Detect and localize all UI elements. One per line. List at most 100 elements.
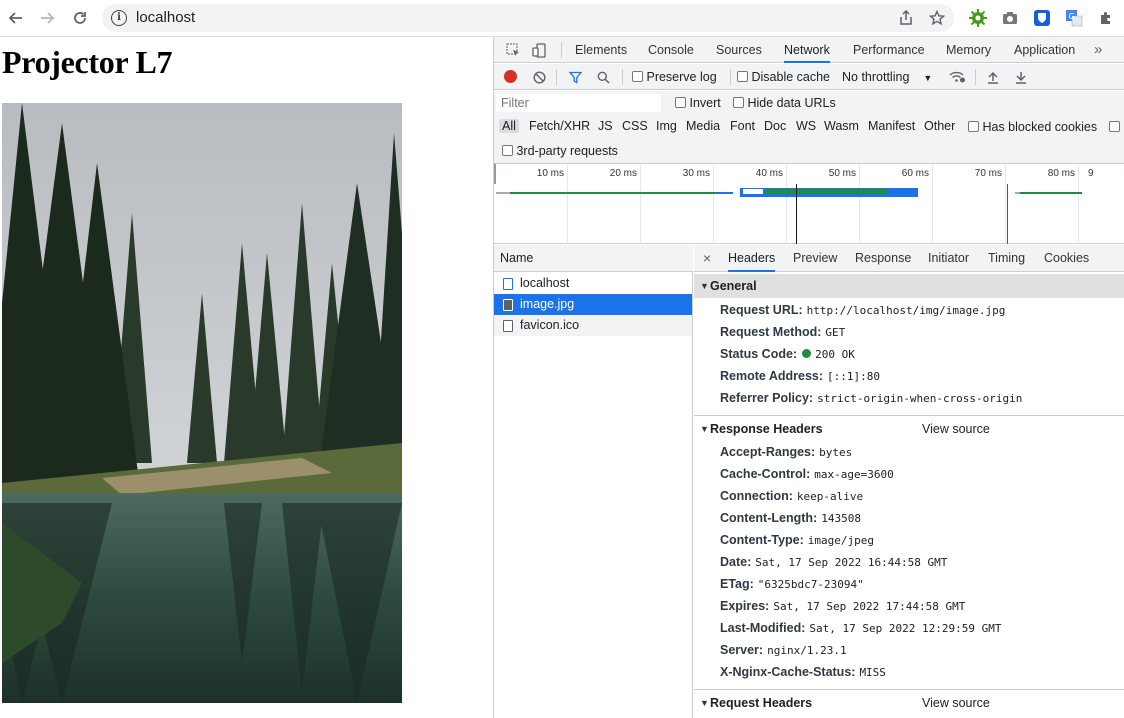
tab-timing[interactable]: Timing — [988, 245, 1025, 272]
tab-memory[interactable]: Memory — [946, 37, 991, 63]
site-info-icon[interactable]: i — [111, 10, 127, 26]
throttling-select[interactable]: No throttling ▼ — [842, 70, 932, 84]
general-row: Request Method: GET — [720, 325, 846, 339]
request-details: × Headers Preview Response Initiator Tim… — [694, 245, 1124, 718]
close-details-icon[interactable]: × — [703, 245, 711, 272]
bookmark-star-icon[interactable] — [925, 6, 949, 30]
response-header-row: Cache-Control: max-age=3600 — [720, 467, 894, 481]
timeline-tick: 40 ms — [755, 168, 783, 179]
waterfall-bar — [496, 192, 510, 194]
filter-input[interactable] — [496, 94, 661, 112]
request-row-image[interactable]: image.jpg — [494, 294, 692, 315]
network-overview-timeline[interactable]: 10 ms 20 ms 30 ms 40 ms 50 ms 60 ms 70 m… — [494, 164, 1124, 244]
type-filter-wasm[interactable]: Wasm — [824, 119, 859, 133]
extension-gear-icon[interactable] — [966, 6, 990, 30]
tab-initiator[interactable]: Initiator — [928, 245, 969, 272]
response-header-row: Server: nginx/1.23.1 — [720, 643, 847, 657]
disable-cache-checkbox[interactable]: Disable cache — [737, 70, 830, 84]
view-source-link[interactable]: View source — [922, 691, 990, 715]
waterfall-bar — [510, 192, 715, 194]
collapse-triangle-icon: ▼ — [700, 698, 709, 708]
type-filter-font[interactable]: Font — [730, 119, 755, 133]
load-marker — [1007, 184, 1008, 244]
extensions-puzzle-icon[interactable] — [1094, 6, 1118, 30]
export-har-icon[interactable] — [1009, 65, 1033, 89]
import-har-icon[interactable] — [981, 65, 1005, 89]
devtools-panel: Elements Console Sources Network Perform… — [493, 37, 1124, 718]
timeline-tick: 70 ms — [974, 168, 1002, 179]
reload-icon[interactable] — [68, 6, 92, 30]
type-filter-media[interactable]: Media — [686, 119, 720, 133]
waterfall-bar — [715, 192, 733, 194]
view-source-link[interactable]: View source — [922, 417, 990, 441]
timeline-tick: 60 ms — [901, 168, 929, 179]
response-header-row: Content-Length: 143508 — [720, 511, 861, 525]
general-row: Remote Address: [::1]:80 — [720, 369, 881, 383]
share-icon[interactable] — [894, 6, 918, 30]
tab-sources[interactable]: Sources — [716, 37, 762, 63]
response-header-row: Last-Modified: Sat, 17 Sep 2022 12:29:59 … — [720, 621, 1002, 635]
timeline-tick: 30 ms — [682, 168, 710, 179]
tab-performance[interactable]: Performance — [853, 37, 925, 63]
type-filter-manifest[interactable]: Manifest — [868, 119, 915, 133]
tab-cookies[interactable]: Cookies — [1044, 245, 1089, 272]
tab-console[interactable]: Console — [648, 37, 694, 63]
name-column-header[interactable]: Name — [494, 245, 693, 272]
camera-icon[interactable] — [998, 6, 1022, 30]
more-tabs-chevron-icon[interactable]: » — [1094, 37, 1102, 63]
tab-network[interactable]: Network — [784, 37, 830, 63]
has-blocked-cookies-checkbox[interactable]: Has blocked cookies — [968, 120, 1097, 134]
clear-icon[interactable] — [527, 65, 551, 89]
timeline-tick: 50 ms — [828, 168, 856, 179]
network-toolbar: Preserve log Disable cache No throttling… — [494, 64, 1124, 90]
type-filter-css[interactable]: CSS — [622, 119, 648, 133]
filter-funnel-icon[interactable] — [563, 65, 587, 89]
type-filter-fetch-xhr[interactable]: Fetch/XHR — [529, 119, 590, 133]
timeline-tick: 10 ms — [536, 168, 564, 179]
timeline-tick: 20 ms — [609, 168, 637, 179]
type-filter-img[interactable]: Img — [656, 119, 677, 133]
response-header-row: Date: Sat, 17 Sep 2022 16:44:58 GMT — [720, 555, 948, 569]
request-row-localhost[interactable]: localhost — [494, 273, 692, 294]
request-headers-section-header[interactable]: ▼ Request Headers View source — [694, 691, 1124, 715]
inspect-element-icon[interactable] — [501, 38, 525, 62]
translate-icon[interactable]: G — [1062, 6, 1086, 30]
resource-type-filters: All Fetch/XHR JS CSS Img Media Font Doc … — [494, 115, 1124, 139]
document-icon — [503, 278, 513, 290]
record-icon[interactable] — [504, 70, 517, 83]
address-bar[interactable]: i localhost — [102, 4, 954, 32]
type-filter-doc[interactable]: Doc — [764, 119, 786, 133]
network-conditions-icon[interactable] — [945, 65, 969, 89]
third-party-requests-checkbox[interactable]: 3rd-party requests — [502, 144, 618, 158]
response-header-row: Expires: Sat, 17 Sep 2022 17:44:58 GMT — [720, 599, 966, 613]
tab-headers[interactable]: Headers — [728, 245, 776, 272]
type-filter-all[interactable]: All — [499, 119, 519, 133]
browser-toolbar: i localhost G — [0, 0, 1124, 37]
tab-application[interactable]: Application — [1014, 37, 1075, 63]
preserve-log-checkbox[interactable]: Preserve log — [632, 70, 717, 84]
general-row: Status Code: 200 OK — [720, 347, 855, 361]
response-headers-section-header[interactable]: ▼ Response Headers View source — [694, 417, 1124, 441]
back-arrow-icon[interactable] — [4, 6, 28, 30]
page-title: Projector L7 — [2, 44, 173, 80]
request-row-favicon[interactable]: favicon.ico — [494, 315, 692, 336]
collapse-triangle-icon: ▼ — [700, 281, 709, 291]
blocked-requests-checkbox[interactable] — [1109, 120, 1120, 134]
type-filter-other[interactable]: Other — [924, 119, 955, 133]
device-toolbar-icon[interactable] — [527, 38, 551, 62]
tab-elements[interactable]: Elements — [575, 37, 627, 63]
timeline-tick: 9 — [1088, 168, 1094, 179]
forward-arrow-icon[interactable] — [35, 6, 59, 30]
type-filter-ws[interactable]: WS — [796, 119, 816, 133]
waterfall-bar — [1020, 192, 1082, 194]
tab-preview[interactable]: Preview — [793, 245, 837, 272]
type-filter-js[interactable]: JS — [598, 119, 613, 133]
address-url: localhost — [136, 9, 196, 26]
details-tab-bar: × Headers Preview Response Initiator Tim… — [694, 245, 1124, 272]
general-section-header[interactable]: ▼ General — [694, 274, 1124, 298]
search-icon[interactable] — [591, 65, 615, 89]
tab-response[interactable]: Response — [855, 245, 911, 272]
hide-data-urls-checkbox[interactable]: Hide data URLs — [733, 96, 836, 110]
invert-checkbox[interactable]: Invert — [675, 96, 721, 110]
bitwarden-shield-icon[interactable] — [1030, 6, 1054, 30]
